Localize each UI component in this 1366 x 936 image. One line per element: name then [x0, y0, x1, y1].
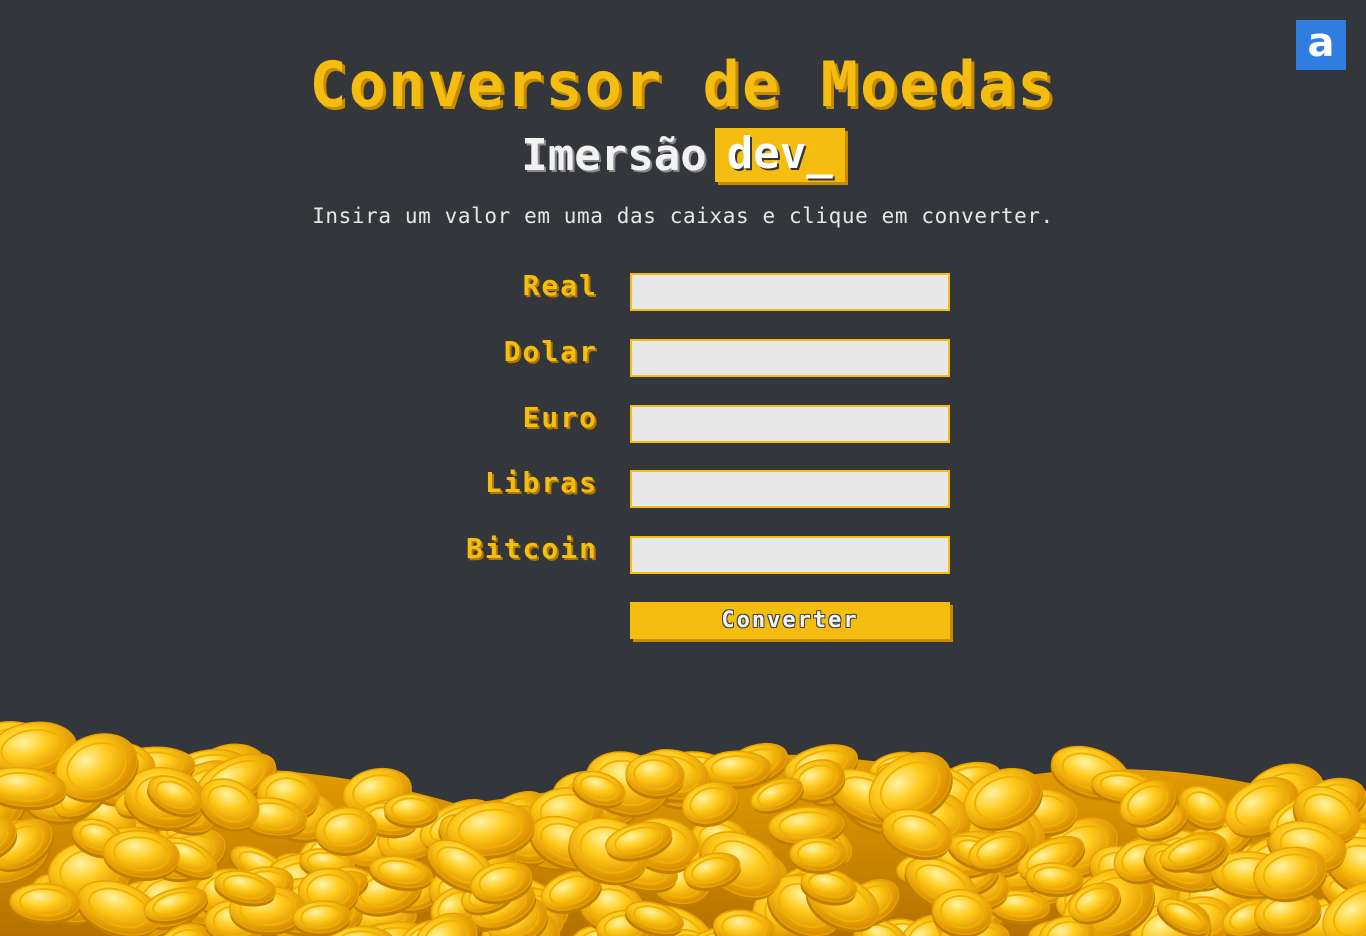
coin — [789, 836, 847, 875]
subtitle-prefix: Imersão — [521, 129, 707, 181]
dev-badge: dev_ — [714, 128, 845, 182]
convert-button[interactable]: Converter — [630, 602, 950, 639]
gold-coins-pile — [0, 721, 1366, 936]
form-row-real: Real — [0, 269, 1366, 311]
libras-label: Libras — [484, 466, 598, 499]
real-input[interactable] — [630, 273, 950, 311]
form-row-libras: Libras — [0, 466, 1366, 508]
dolar-label: Dolar — [503, 335, 598, 368]
libras-input[interactable] — [630, 470, 950, 508]
form-row-bitcoin: Bitcoin — [0, 532, 1366, 574]
euro-input[interactable] — [630, 405, 950, 443]
page-title: Conversor de Moedas — [309, 48, 1057, 121]
bitcoin-label: Bitcoin — [465, 532, 598, 565]
dolar-input[interactable] — [630, 339, 950, 377]
form-row-euro: Euro — [0, 401, 1366, 443]
instructions-text: Insira um valor em uma das caixas e cliq… — [312, 204, 1054, 228]
subtitle: Imersão dev_ — [0, 128, 1366, 182]
form-row-dolar: Dolar — [0, 335, 1366, 377]
coin — [383, 793, 440, 829]
real-label: Real — [522, 269, 598, 302]
euro-label: Euro — [522, 401, 598, 434]
bitcoin-input[interactable] — [630, 536, 950, 574]
